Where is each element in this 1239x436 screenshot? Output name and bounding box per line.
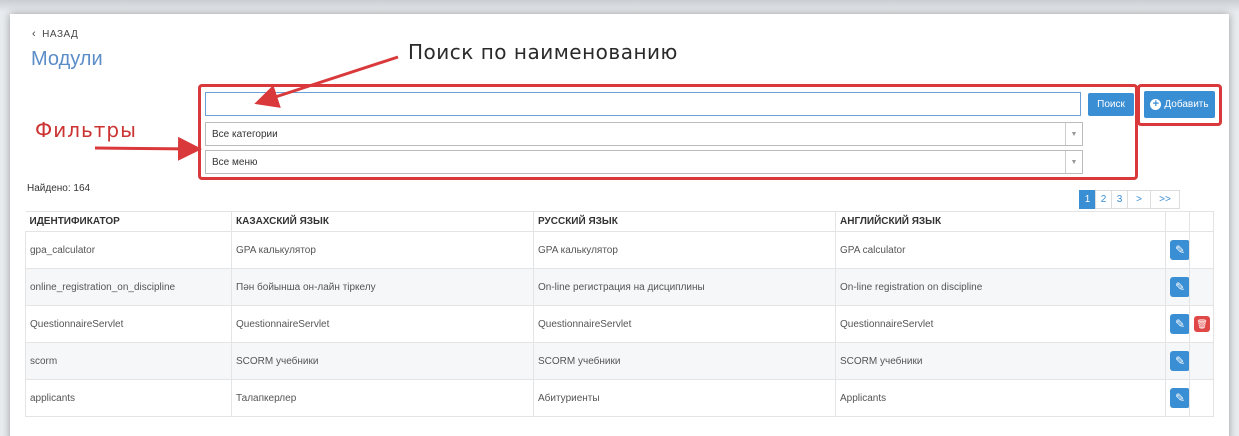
cell-id: applicants <box>25 379 232 417</box>
page-title: Модули <box>31 48 103 70</box>
cell-id: online_registration_on_discipline <box>25 268 232 306</box>
cell-ru: On-line регистрация на дисциплины <box>533 268 836 306</box>
chevron-left-icon: ‹ <box>32 28 37 40</box>
column-header-delete <box>1189 211 1214 232</box>
cell-en: GPA calculator <box>835 231 1166 269</box>
cell-delete <box>1189 268 1214 306</box>
page-3[interactable]: 3 <box>1111 190 1128 209</box>
add-highlight-box <box>1137 84 1222 126</box>
table-row: gpa_calculator GPA калькулятор GPA кальк… <box>25 231 1214 269</box>
pencil-icon[interactable]: ✎ <box>1170 314 1190 334</box>
cell-id: scorm <box>25 342 232 380</box>
cell-ru: Абитуриенты <box>533 379 836 417</box>
page-1[interactable]: 1 <box>1079 190 1096 209</box>
cell-kz: Пән бойынша он-лайн тіркелу <box>231 268 534 306</box>
column-header-edit <box>1165 211 1190 232</box>
column-header-en[interactable]: АНГЛИЙСКИЙ ЯЗЫК <box>835 211 1166 232</box>
cell-edit: ✎ <box>1165 305 1190 343</box>
cell-delete: 🗑 <box>1189 305 1214 343</box>
cell-kz: SCORM учебники <box>231 342 534 380</box>
column-header-kz[interactable]: КАЗАХСКИЙ ЯЗЫК <box>231 211 534 232</box>
pencil-icon[interactable]: ✎ <box>1170 351 1190 371</box>
cell-edit: ✎ <box>1165 231 1190 269</box>
cell-en: On-line registration on discipline <box>835 268 1166 306</box>
cell-ru: SCORM учебники <box>533 342 836 380</box>
modules-table: ИДЕНТИФИКАТОР КАЗАХСКИЙ ЯЗЫК РУССКИЙ ЯЗЫ… <box>25 211 1214 417</box>
cell-id: QuestionnaireServlet <box>25 305 232 343</box>
pencil-icon[interactable]: ✎ <box>1170 277 1190 297</box>
column-header-ru[interactable]: РУССКИЙ ЯЗЫК <box>533 211 836 232</box>
filters-annotation: Фильтры <box>35 118 137 142</box>
cell-kz: QuestionnaireServlet <box>231 305 534 343</box>
table-row: applicants Талапкерлер Абитуриенты Appli… <box>25 379 1214 417</box>
page-2[interactable]: 2 <box>1095 190 1112 209</box>
found-count: Найдено: 164 <box>27 183 91 194</box>
pencil-icon[interactable]: ✎ <box>1170 240 1190 260</box>
table-row: scorm SCORM учебники SCORM учебники SCOR… <box>25 342 1214 380</box>
cell-edit: ✎ <box>1165 342 1190 380</box>
next-page-button[interactable]: > <box>1127 190 1151 209</box>
cell-ru: QuestionnaireServlet <box>533 305 836 343</box>
cell-delete <box>1189 231 1214 269</box>
trash-icon[interactable]: 🗑 <box>1194 316 1210 332</box>
cell-edit: ✎ <box>1165 379 1190 417</box>
last-page-button[interactable]: >> <box>1150 190 1180 209</box>
table-row: online_registration_on_discipline Пән бо… <box>25 268 1214 306</box>
pagination: 1 2 3 > >> <box>1079 190 1180 209</box>
cell-en: Applicants <box>835 379 1166 417</box>
pencil-icon[interactable]: ✎ <box>1170 388 1190 408</box>
cell-kz: Талапкерлер <box>231 379 534 417</box>
cell-edit: ✎ <box>1165 268 1190 306</box>
filters-highlight-box <box>198 84 1138 180</box>
cell-ru: GPA калькулятор <box>533 231 836 269</box>
cell-kz: GPA калькулятор <box>231 231 534 269</box>
back-label: НАЗАД <box>42 29 79 40</box>
table-header-row: ИДЕНТИФИКАТОР КАЗАХСКИЙ ЯЗЫК РУССКИЙ ЯЗЫ… <box>25 211 1214 232</box>
cell-delete <box>1189 379 1214 417</box>
cell-id: gpa_calculator <box>25 231 232 269</box>
column-header-id[interactable]: ИДЕНТИФИКАТОР <box>25 211 232 232</box>
search-annotation: Поиск по наименованию <box>396 30 739 76</box>
cell-delete <box>1189 342 1214 380</box>
top-shade <box>0 0 1239 12</box>
cell-en: SCORM учебники <box>835 342 1166 380</box>
back-link[interactable]: ‹ НАЗАД <box>32 28 78 40</box>
cell-en: QuestionnaireServlet <box>835 305 1166 343</box>
table-row: QuestionnaireServlet QuestionnaireServle… <box>25 305 1214 343</box>
